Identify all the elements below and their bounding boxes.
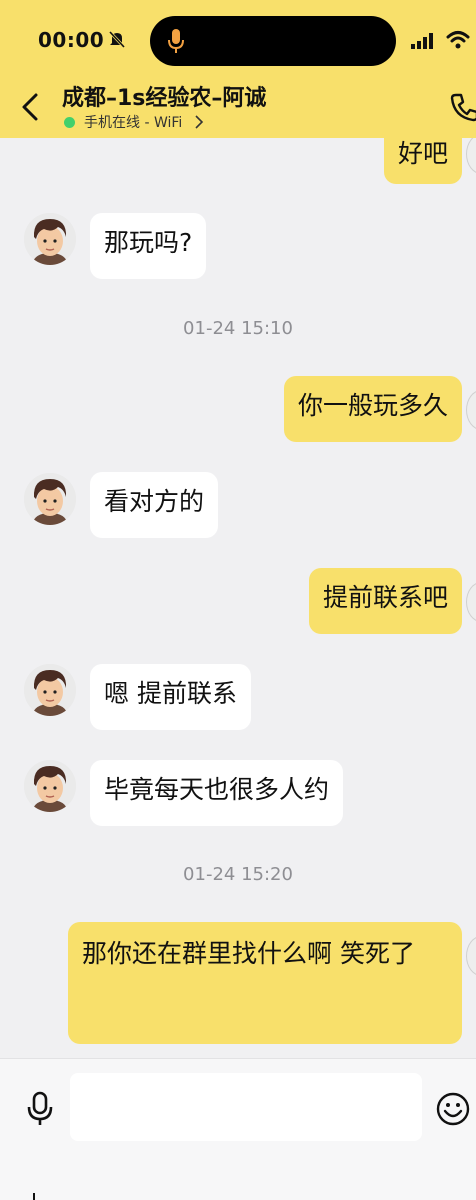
- outgoing-message[interactable]: 提前联系吧: [308, 568, 462, 634]
- voice-icon[interactable]: [26, 1091, 54, 1127]
- home-indicator-icon: [33, 1193, 35, 1200]
- avatar: [466, 582, 476, 622]
- outgoing-message[interactable]: 好吧: [383, 138, 462, 184]
- wifi-icon: [446, 31, 470, 49]
- outgoing-message[interactable]: 那你还在群里找什么啊 笑死了: [68, 922, 462, 1044]
- online-status-dot: [64, 117, 75, 128]
- emoji-icon[interactable]: [436, 1092, 470, 1126]
- avatar: [466, 138, 476, 174]
- message-input[interactable]: [70, 1073, 422, 1141]
- chat-header: 00:00 成都–1s经验农–阿诚 手机在线 - WiFi: [0, 0, 476, 138]
- outgoing-message[interactable]: 你一般玩多久: [283, 376, 462, 442]
- signal-icon: [411, 33, 433, 49]
- incoming-message[interactable]: 那玩吗?: [90, 213, 207, 279]
- status-time: 00:00: [38, 28, 105, 52]
- back-icon[interactable]: [18, 92, 42, 122]
- timestamp: 01-24 15:10: [183, 318, 293, 339]
- avatar: [466, 936, 476, 976]
- avatar[interactable]: [24, 473, 76, 525]
- mute-icon: [108, 30, 126, 48]
- incoming-message[interactable]: 嗯 提前联系: [90, 664, 251, 730]
- avatar[interactable]: [24, 213, 76, 265]
- input-bar: [0, 1058, 476, 1200]
- avatar[interactable]: [24, 760, 76, 812]
- avatar: [466, 390, 476, 430]
- message-list[interactable]: 好吧 那玩吗? 01-24 15:10 你一般玩多久 看对方的 提前联系吧 嗯 …: [0, 138, 476, 1058]
- online-status-text[interactable]: 手机在线 - WiFi: [84, 112, 182, 132]
- phone-icon[interactable]: [450, 92, 476, 122]
- incoming-message[interactable]: 看对方的: [90, 472, 219, 538]
- chevron-right-icon[interactable]: [194, 114, 204, 130]
- timestamp: 01-24 15:20: [183, 864, 293, 885]
- incoming-message[interactable]: 毕竟每天也很多人约: [90, 760, 344, 826]
- microphone-icon: [168, 29, 184, 53]
- chat-title[interactable]: 成都–1s经验农–阿诚: [62, 80, 266, 112]
- avatar[interactable]: [24, 664, 76, 716]
- dynamic-island: [150, 16, 396, 66]
